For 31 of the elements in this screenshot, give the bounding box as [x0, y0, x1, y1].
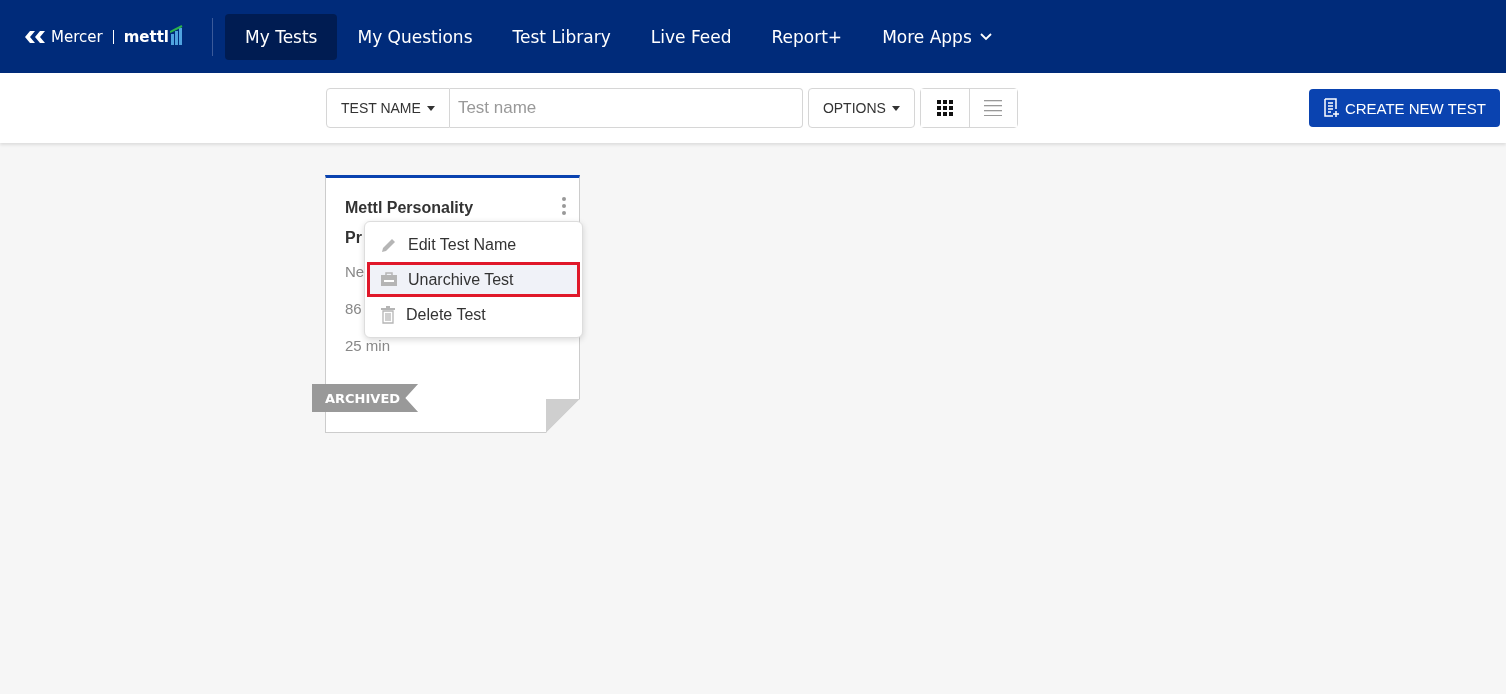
- more-options-icon[interactable]: [562, 197, 566, 215]
- menu-item[interactable]: Edit Test Name: [367, 227, 580, 262]
- create-test-button[interactable]: CREATE NEW TEST: [1308, 89, 1500, 127]
- mercer-logo-icon: [24, 29, 46, 44]
- nav-tab[interactable]: Live Feed: [630, 13, 752, 60]
- card-title: Mettl Personality: [345, 198, 474, 218]
- bar-chart-icon: [169, 24, 184, 45]
- nav-tab[interactable]: More Apps: [862, 13, 1012, 60]
- search-field[interactable]: Test name: [449, 88, 803, 128]
- document-plus-icon: [1322, 98, 1341, 118]
- card-detail: Ne: [345, 262, 365, 282]
- trash-icon: [380, 305, 396, 324]
- card-detail: 86: [345, 299, 362, 319]
- menu-item[interactable]: Delete Test: [367, 297, 580, 332]
- nav-tab[interactable]: Test Library: [492, 13, 631, 60]
- filter-dropdown[interactable]: TEST NAME: [326, 88, 450, 128]
- archived-ribbon: ARCHIVED: [312, 384, 419, 412]
- options-dropdown[interactable]: OPTIONS: [807, 88, 915, 128]
- nav-tab[interactable]: My Questions: [337, 13, 493, 60]
- nav-tab[interactable]: Report+: [751, 13, 863, 60]
- chevron-down-icon: [979, 32, 992, 41]
- folded-corner: [546, 399, 580, 433]
- briefcase-icon: [380, 271, 398, 288]
- card-detail: 25 min: [345, 336, 391, 356]
- grid-icon: [936, 100, 953, 116]
- card-title: Pr: [345, 228, 362, 248]
- nav-tab[interactable]: My Tests: [225, 13, 338, 60]
- menu-item[interactable]: Unarchive Test: [367, 262, 580, 297]
- brand-name: Mercer: [51, 27, 103, 46]
- list-icon: [984, 100, 1003, 116]
- product-name: mettl: [123, 27, 169, 46]
